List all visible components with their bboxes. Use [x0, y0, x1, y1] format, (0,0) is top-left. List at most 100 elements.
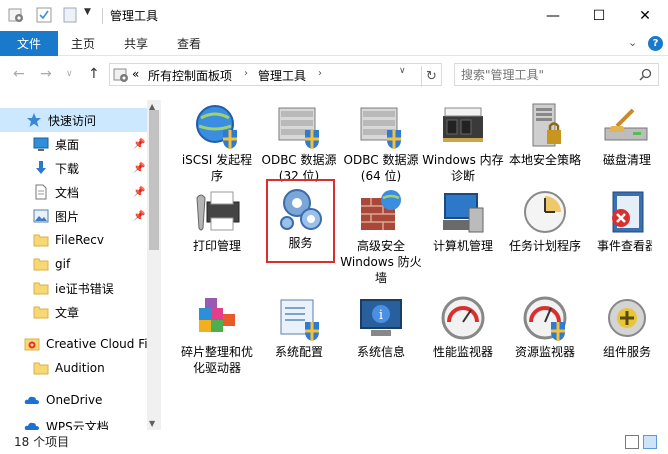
item-defragment[interactable]: 碎片整理和优化驱动器	[176, 288, 258, 375]
pin-icon[interactable]: 📌	[133, 163, 145, 174]
pin-icon[interactable]: 📌	[133, 211, 145, 222]
scrollbar-thumb[interactable]	[149, 110, 159, 250]
item-print-management[interactable]: 打印管理	[176, 182, 258, 264]
minimize-button[interactable]: —	[530, 0, 576, 31]
sidebar-item-quick-access[interactable]: 快速访问	[0, 108, 147, 132]
sidebar-item-label: 桌面	[55, 137, 80, 152]
sidebar-item-gif[interactable]: gif	[0, 252, 147, 276]
details-view-icon[interactable]	[625, 435, 639, 449]
pin-icon[interactable]: 📌	[133, 139, 145, 150]
close-button[interactable]: ✕	[622, 0, 668, 31]
sidebar-item-documents[interactable]: 文档 📌	[0, 180, 147, 204]
breadcrumb-admin-tools[interactable]: 管理工具	[258, 67, 306, 84]
sidebar-item-label: Creative Cloud Fil	[46, 337, 151, 351]
item-system-information[interactable]: i 系统信息	[340, 288, 422, 370]
up-arrow-icon[interactable]: ↑	[88, 66, 100, 82]
title-bar: ▼ 管理工具 — ☐ ✕	[0, 0, 668, 31]
item-count: 18 个项目	[14, 435, 70, 449]
defrag-icon	[199, 298, 235, 332]
item-services[interactable]: 服务	[266, 179, 335, 263]
item-advanced-firewall[interactable]: 高级安全 Windows 防火墙	[340, 182, 422, 292]
wps-cloud-icon	[24, 422, 39, 430]
forward-arrow-icon[interactable]: →	[40, 66, 52, 82]
sidebar-item-desktop[interactable]: 桌面 📌	[0, 132, 147, 156]
tab-share[interactable]: 共享	[124, 31, 148, 56]
onedrive-icon	[24, 396, 39, 404]
help-icon[interactable]: ?	[648, 36, 663, 51]
sidebar-item-creative-cloud[interactable]: Creative Cloud Fil	[0, 332, 151, 356]
tab-view[interactable]: 查看	[177, 31, 201, 56]
ribbon-expand-icon[interactable]: ⌄	[628, 36, 637, 49]
item-memory-diagnostic[interactable]: Windows 内存诊断	[422, 96, 504, 183]
sidebar-item-audition[interactable]: Audition	[0, 356, 147, 380]
title-separator	[102, 8, 103, 24]
item-label: 计算机管理	[432, 239, 493, 253]
address-bar[interactable]: « 所有控制面板项 › 管理工具 ›	[109, 63, 442, 86]
item-iscsi-initiator[interactable]: iSCSI 发起程序	[176, 96, 258, 183]
check-properties-icon[interactable]	[36, 7, 52, 23]
new-folder-icon[interactable]	[62, 7, 78, 23]
item-label: Windows 内存诊断	[422, 153, 504, 183]
tab-home[interactable]: 主页	[71, 31, 95, 56]
sidebar-item-downloads[interactable]: 下载 📌	[0, 156, 147, 180]
sidebar-item-pictures[interactable]: 图片 📌	[0, 204, 147, 228]
item-label: ODBC 数据源(64 位)	[343, 153, 419, 183]
breadcrumb-control-panel[interactable]: 所有控制面板项	[148, 67, 232, 84]
item-label: 性能监视器	[432, 345, 493, 359]
quick-access-dropdown-icon[interactable]: ▼	[84, 7, 100, 23]
item-resource-monitor[interactable]: 资源监视器	[504, 288, 586, 370]
sidebar-item-onedrive[interactable]: OneDrive	[0, 388, 147, 412]
item-performance-monitor[interactable]: 性能监视器	[422, 288, 504, 370]
item-odbc-64[interactable]: ODBC 数据源(64 位)	[340, 96, 422, 183]
sidebar-item-wps-cloud[interactable]: WPS云文档	[0, 418, 147, 430]
folder-icon	[33, 306, 49, 319]
item-local-security-policy[interactable]: 本地安全策略	[504, 96, 586, 178]
breadcrumb-chevron-icon[interactable]: ›	[318, 68, 322, 79]
search-icon[interactable]	[639, 68, 652, 81]
star-icon	[27, 113, 41, 127]
breadcrumb-overflow[interactable]: «	[132, 67, 139, 81]
system-config-icon	[280, 299, 319, 341]
item-label: 任务计划程序	[508, 239, 581, 253]
firewall-icon	[361, 190, 401, 230]
sidebar-item-articles[interactable]: 文章	[0, 300, 147, 324]
services-gears-icon	[279, 189, 322, 230]
search-box[interactable]	[454, 63, 659, 86]
desktop-icon	[33, 137, 49, 151]
maximize-button[interactable]: ☐	[576, 0, 622, 31]
window-title: 管理工具	[110, 9, 159, 23]
folder-icon	[33, 258, 49, 271]
scroll-down-icon[interactable]: ▼	[149, 419, 155, 428]
sidebar-item-ie-cert-errors[interactable]: ie证书错误	[0, 276, 147, 300]
item-system-configuration[interactable]: 系统配置	[258, 288, 340, 370]
sidebar-item-label: 文档	[55, 185, 80, 200]
tab-file[interactable]: 文件	[0, 31, 58, 56]
item-label: 系统配置	[274, 345, 323, 359]
item-odbc-32[interactable]: ODBC 数据源(32 位)	[258, 96, 340, 183]
item-task-scheduler[interactable]: 任务计划程序	[504, 182, 586, 264]
item-label: 系统信息	[356, 345, 405, 359]
properties-gear-icon[interactable]	[8, 7, 24, 23]
address-row: ← → ∨ ↑ « 所有控制面板项 › 管理工具 › ∨ ↻	[0, 57, 668, 93]
item-computer-management[interactable]: 计算机管理	[422, 182, 504, 264]
back-arrow-icon[interactable]: ←	[13, 66, 25, 82]
large-icons-view-icon[interactable]	[643, 435, 657, 449]
item-label: 资源监视器	[514, 345, 575, 359]
content-scrollbar[interactable]	[652, 93, 668, 431]
breadcrumb-chevron-icon[interactable]: ›	[244, 68, 248, 79]
address-dropdown-icon[interactable]: ∨	[399, 66, 406, 76]
ribbon-tabs: 文件 主页 共享 查看 ⌄ ?	[0, 31, 668, 56]
search-input[interactable]	[455, 64, 635, 85]
performance-monitor-icon	[441, 296, 485, 340]
sidebar-item-label: OneDrive	[46, 393, 103, 407]
refresh-icon[interactable]: ↻	[421, 66, 441, 87]
sidebar-item-filerecv[interactable]: FileRecv	[0, 228, 147, 252]
recent-locations-icon[interactable]: ∨	[66, 69, 73, 79]
navigation-scrollbar[interactable]: ▲ ▼	[147, 100, 161, 430]
resource-monitor-icon	[523, 296, 567, 341]
pin-icon[interactable]: 📌	[133, 187, 145, 198]
event-viewer-icon	[612, 191, 644, 233]
component-services-icon	[608, 299, 646, 337]
computer-management-icon	[443, 193, 484, 233]
picture-icon	[33, 209, 49, 223]
